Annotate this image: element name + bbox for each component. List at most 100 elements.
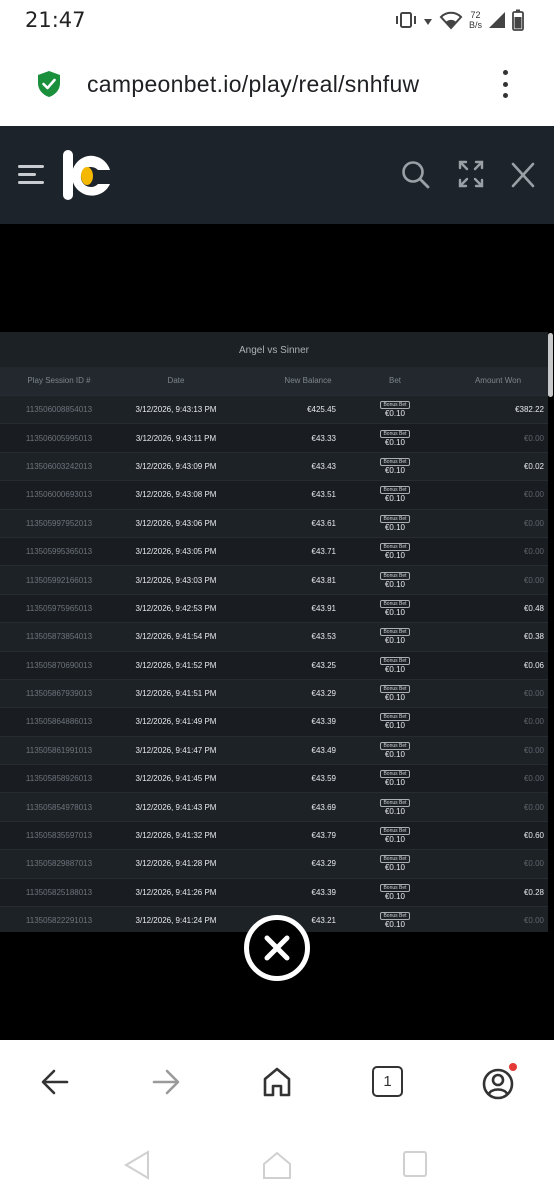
bet-cell: Bonus Bet €0.10 <box>342 486 448 503</box>
browser-url-bar[interactable]: campeonbet.io/play/real/snhfuw <box>0 40 554 126</box>
kebab-menu-icon[interactable] <box>500 70 510 98</box>
table-row[interactable]: 113505825188013 3/12/2026, 9:41:26 PM €43.… <box>0 877 548 907</box>
table-row[interactable]: 113505835597013 3/12/2026, 9:41:32 PM €43.… <box>0 820 548 850</box>
bonus-bet-badge: Bonus Bet <box>380 401 410 410</box>
bonus-bet-badge: Bonus Bet <box>380 429 410 438</box>
hamburger-icon[interactable] <box>18 163 46 187</box>
bet-history-panel: Angel vs Sinner Play Session ID # Date N… <box>0 332 548 932</box>
table-row[interactable]: 113505829887013 3/12/2026, 9:41:28 PM €43.… <box>0 849 548 878</box>
bet-cell: Bonus Bet €0.10 <box>342 741 448 759</box>
bet-amount: €0.10 <box>384 778 406 788</box>
new-balance: €425.45 <box>307 405 336 415</box>
bet-amount: €0.10 <box>384 920 406 930</box>
back-icon[interactable] <box>40 1064 70 1100</box>
session-id: 113506005995013 <box>25 433 93 443</box>
screen: 21:47 72 B/s campeonbet.io/play/real/snhf… <box>0 0 554 1200</box>
session-date: 3/12/2026, 9:41:43 PM <box>135 802 217 812</box>
shield-check-icon[interactable] <box>37 70 61 98</box>
table-row[interactable]: 113505867939013 3/12/2026, 9:41:51 PM €43.… <box>0 678 548 708</box>
close-icon <box>264 935 290 961</box>
table-row[interactable]: 113505995365013 3/12/2026, 9:43:05 PM €43.… <box>0 536 548 566</box>
bet-amount: €0.10 <box>384 891 406 901</box>
system-home-icon[interactable] <box>262 1150 292 1180</box>
amount-won: €0.06 <box>523 660 544 670</box>
bet-cell: Bonus Bet €0.10 <box>342 429 448 447</box>
system-back-icon[interactable] <box>124 1150 150 1180</box>
bet-amount: €0.10 <box>384 693 406 703</box>
new-balance: €43.43 <box>311 461 336 471</box>
close-icon[interactable] <box>511 162 535 188</box>
net-speed: 72 B/s <box>469 10 482 30</box>
bet-amount: €0.10 <box>384 437 406 447</box>
bet-cell: Bonus Bet €0.10 <box>342 685 448 702</box>
bet-cell: Bonus Bet €0.10 <box>342 912 448 929</box>
scrollbar-thumb[interactable] <box>548 333 553 397</box>
amount-won: €0.00 <box>523 547 544 557</box>
bonus-bet-badge: Bonus Bet <box>380 628 410 637</box>
home-icon[interactable] <box>262 1064 292 1100</box>
amount-won: €0.00 <box>523 802 544 812</box>
system-recents-icon[interactable] <box>402 1150 428 1178</box>
table-row[interactable]: 113506008854013 3/12/2026, 9:43:13 PM €425… <box>0 395 548 424</box>
table-row[interactable]: 113505992166013 3/12/2026, 9:43:03 PM €43.… <box>0 565 548 594</box>
session-id: 113505975965013 <box>25 603 93 613</box>
table-row[interactable]: 113506005995013 3/12/2026, 9:43:11 PM €43.… <box>0 423 548 452</box>
amount-won: €0.00 <box>523 575 544 585</box>
table-row[interactable]: 113505873854013 3/12/2026, 9:41:54 PM €43.… <box>0 622 548 651</box>
table-row[interactable]: 113506000693013 3/12/2026, 9:43:08 PM €43.… <box>0 480 548 509</box>
session-id: 113505858926013 <box>25 774 93 784</box>
amount-won: €0.00 <box>523 745 544 755</box>
bet-cell: Bonus Bet €0.10 <box>342 571 448 589</box>
signal-icon <box>489 12 505 28</box>
table-header: Play Session ID # Date New Balance Bet A… <box>0 367 548 395</box>
table-row[interactable]: 113505864886013 3/12/2026, 9:41:49 PM €43.… <box>0 707 548 736</box>
search-icon[interactable] <box>402 160 430 190</box>
session-id: 113505835597013 <box>25 831 93 841</box>
campeonbet-logo[interactable] <box>62 148 112 204</box>
close-panel-button[interactable] <box>244 915 310 981</box>
table-body: 113506008854013 3/12/2026, 9:43:13 PM €425… <box>0 395 548 932</box>
expand-icon[interactable] <box>458 160 484 188</box>
tabs-icon[interactable]: 1 <box>372 1066 403 1097</box>
new-balance: €43.33 <box>311 433 336 443</box>
table-row[interactable]: 113505997952013 3/12/2026, 9:43:06 PM €43.… <box>0 508 548 537</box>
new-balance: €43.61 <box>311 518 336 528</box>
forward-icon[interactable] <box>151 1064 181 1100</box>
net-speed-value: 72 <box>470 10 481 20</box>
session-date: 3/12/2026, 9:41:52 PM <box>135 660 217 670</box>
table-row[interactable]: 113506003242013 3/12/2026, 9:43:09 PM €43.… <box>0 451 548 481</box>
table-row[interactable]: 113505870690013 3/12/2026, 9:41:52 PM €43.… <box>0 650 548 679</box>
new-balance: €43.53 <box>311 632 336 642</box>
session-id: 113505997952013 <box>25 518 93 528</box>
session-date: 3/12/2026, 9:43:06 PM <box>135 518 217 528</box>
session-id: 113505861991013 <box>25 745 93 755</box>
system-nav-bar <box>0 1130 554 1200</box>
bet-cell: Bonus Bet €0.10 <box>342 457 448 475</box>
data-arrow-icon <box>423 19 432 25</box>
bet-cell: Bonus Bet €0.10 <box>342 628 448 645</box>
session-id: 113505995365013 <box>25 547 93 557</box>
session-id: 113505829887013 <box>25 859 93 869</box>
new-balance: €43.25 <box>311 660 336 670</box>
session-id: 113506008854013 <box>25 405 93 415</box>
account-icon[interactable] <box>482 1062 518 1100</box>
bet-amount: €0.10 <box>384 409 406 419</box>
session-date: 3/12/2026, 9:42:53 PM <box>135 603 217 613</box>
table-row[interactable]: 113505858926013 3/12/2026, 9:41:45 PM €43.… <box>0 764 548 793</box>
scrollbar-track[interactable] <box>548 332 554 932</box>
col-new-balance: New Balance <box>284 376 332 385</box>
table-row[interactable]: 113505861991013 3/12/2026, 9:41:47 PM €43.… <box>0 735 548 765</box>
session-id: 113505825188013 <box>25 887 93 897</box>
bonus-bet-badge: Bonus Bet <box>380 827 410 836</box>
bet-amount: €0.10 <box>384 749 406 759</box>
url-text[interactable]: campeonbet.io/play/real/snhfuw <box>87 71 467 98</box>
tab-count: 1 <box>383 1073 392 1090</box>
bet-amount: €0.10 <box>384 721 406 731</box>
bet-amount: €0.10 <box>384 465 406 475</box>
session-id: 113505992166013 <box>25 575 93 585</box>
session-date: 3/12/2026, 9:43:05 PM <box>135 547 217 557</box>
bet-cell: Bonus Bet €0.10 <box>342 401 448 418</box>
table-row[interactable]: 113505975965013 3/12/2026, 9:42:53 PM €43.… <box>0 593 548 623</box>
table-row[interactable]: 113505854978013 3/12/2026, 9:41:43 PM €43.… <box>0 792 548 821</box>
session-date: 3/12/2026, 9:41:49 PM <box>135 717 217 727</box>
